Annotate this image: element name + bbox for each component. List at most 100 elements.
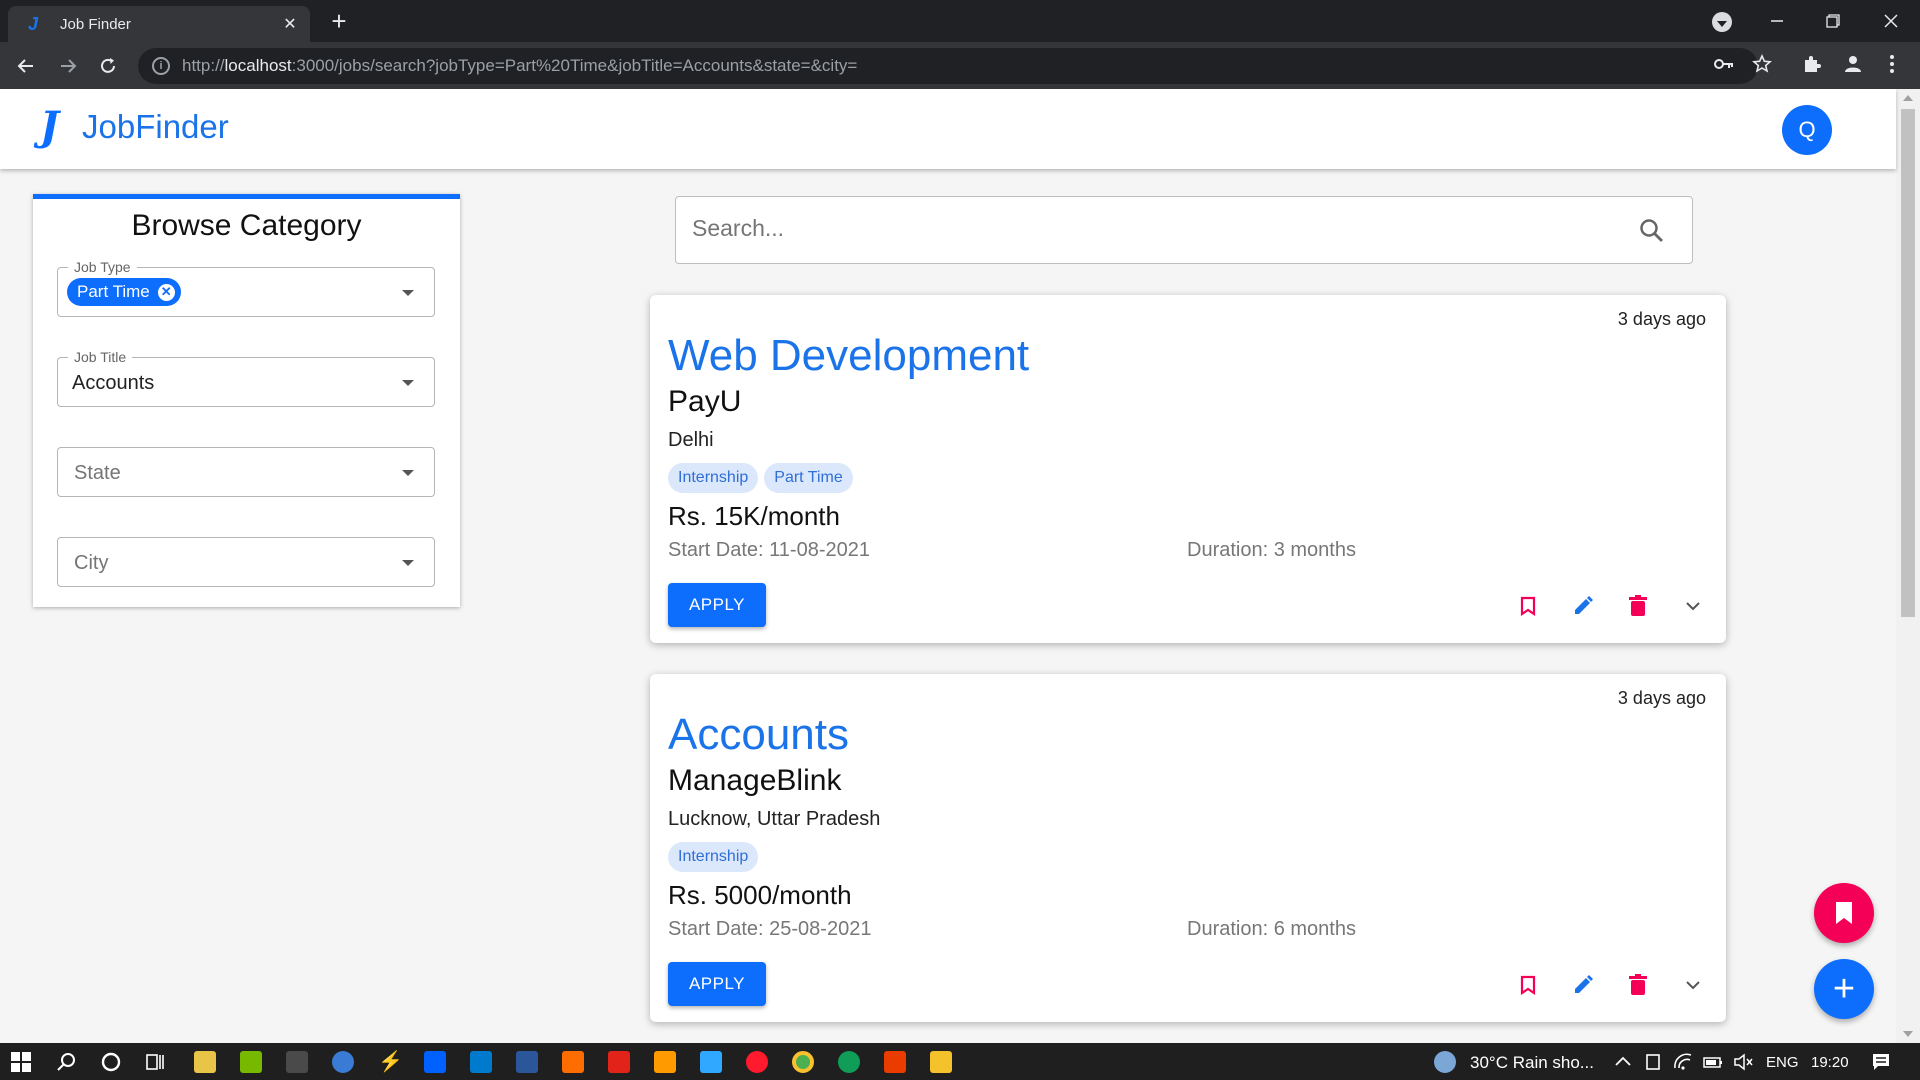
edit-icon[interactable] xyxy=(1570,972,1596,998)
browser-menu-icon[interactable] xyxy=(1880,52,1904,76)
forward-icon[interactable] xyxy=(54,52,82,80)
card-actions xyxy=(1515,972,1706,998)
pen-app-icon[interactable] xyxy=(286,1051,308,1073)
city-select[interactable]: City xyxy=(57,537,435,587)
search-icon[interactable] xyxy=(1638,217,1666,245)
restore-button[interactable] xyxy=(1810,0,1856,42)
bookmark-star-icon[interactable] xyxy=(1750,52,1774,76)
site-info-icon[interactable]: i xyxy=(152,57,170,75)
browser-tab[interactable]: J Job Finder ✕ xyxy=(8,6,310,42)
wifi-icon[interactable] xyxy=(1672,1051,1694,1073)
expand-chevron-icon[interactable] xyxy=(1680,593,1706,619)
apply-button[interactable]: APPLY xyxy=(668,583,766,627)
vscode-icon[interactable] xyxy=(470,1051,492,1073)
bookmark-filled-icon xyxy=(1836,902,1852,924)
nvidia-icon[interactable] xyxy=(240,1051,262,1073)
scroll-up-icon[interactable] xyxy=(1903,95,1913,101)
notifications-icon[interactable] xyxy=(1870,1051,1892,1073)
tray-chevron-up-icon[interactable] xyxy=(1612,1051,1634,1073)
office-icon[interactable] xyxy=(884,1051,906,1073)
tag-chip: Part Time xyxy=(764,463,853,493)
new-tab-button[interactable]: + xyxy=(326,8,352,34)
weather-text[interactable]: 30°C Rain sho... xyxy=(1470,1053,1594,1073)
bookmark-icon[interactable] xyxy=(1515,972,1541,998)
browser-toolbar: i http://localhost:3000/jobs/search?jobT… xyxy=(0,42,1920,89)
saved-jobs-fab[interactable] xyxy=(1814,883,1874,943)
dropdown-arrow-icon[interactable] xyxy=(402,560,414,566)
app-header: J JobFinder Q xyxy=(0,89,1896,169)
extensions-icon[interactable] xyxy=(1800,52,1824,76)
acrobat-icon[interactable] xyxy=(608,1051,630,1073)
device-icon[interactable] xyxy=(1642,1051,1664,1073)
state-select[interactable]: State xyxy=(57,447,435,497)
job-title-link[interactable]: Accounts xyxy=(668,710,849,760)
task-view-icon[interactable] xyxy=(144,1051,166,1073)
card-actions xyxy=(1515,593,1706,619)
postman-icon[interactable] xyxy=(562,1051,584,1073)
minimize-button[interactable] xyxy=(1754,0,1800,42)
add-job-fab[interactable]: + xyxy=(1814,959,1874,1019)
user-avatar[interactable]: Q xyxy=(1782,105,1832,155)
tab-search-icon[interactable] xyxy=(1712,12,1732,32)
page-scrollbar[interactable] xyxy=(1896,89,1920,1043)
taskbar-search-icon[interactable] xyxy=(56,1051,78,1073)
file-explorer-icon[interactable] xyxy=(930,1051,952,1073)
search-box xyxy=(675,196,1693,264)
job-location: Delhi xyxy=(668,429,714,451)
job-tags: Internship Part Time xyxy=(668,463,853,493)
clock[interactable]: 19:20 xyxy=(1811,1054,1849,1071)
vs-icon[interactable]: ⚡ xyxy=(378,1051,403,1073)
back-icon[interactable] xyxy=(12,52,40,80)
selected-chip-part-time[interactable]: Part Time ✕ xyxy=(67,278,181,306)
apply-button[interactable]: APPLY xyxy=(668,962,766,1006)
store-icon[interactable] xyxy=(194,1051,216,1073)
address-bar[interactable]: i http://localhost:3000/jobs/search?jobT… xyxy=(138,48,1758,84)
close-window-button[interactable] xyxy=(1868,0,1914,42)
job-type-select[interactable]: Job Type Part Time ✕ xyxy=(57,259,435,317)
reload-icon[interactable] xyxy=(94,52,122,80)
cortana-icon[interactable] xyxy=(100,1051,122,1073)
volume-muted-icon[interactable] xyxy=(1732,1051,1754,1073)
city-placeholder: City xyxy=(74,552,109,574)
job-card: 3 days ago Web Development PayU Delhi In… xyxy=(650,295,1726,643)
photoshop-icon[interactable] xyxy=(700,1051,722,1073)
expand-chevron-icon[interactable] xyxy=(1680,972,1706,998)
chip-remove-icon[interactable]: ✕ xyxy=(157,283,175,301)
language-indicator[interactable]: ENG xyxy=(1766,1054,1799,1071)
delete-icon[interactable] xyxy=(1625,593,1651,619)
word-icon[interactable] xyxy=(516,1051,538,1073)
plus-icon: + xyxy=(1832,968,1856,1010)
tab-title: Job Finder xyxy=(60,15,131,33)
start-date: Start Date: 11-08-2021 xyxy=(668,539,870,561)
dropdown-arrow-icon[interactable] xyxy=(402,380,414,386)
job-title-link[interactable]: Web Development xyxy=(668,331,1029,381)
illustrator-icon[interactable] xyxy=(654,1051,676,1073)
key-icon[interactable] xyxy=(1712,52,1736,76)
delete-icon[interactable] xyxy=(1625,972,1651,998)
dropdown-arrow-icon[interactable] xyxy=(402,470,414,476)
brand[interactable]: J JobFinder xyxy=(40,107,229,147)
opera-icon[interactable] xyxy=(746,1051,768,1073)
company-name: PayU xyxy=(668,385,742,418)
edit-icon[interactable] xyxy=(1570,593,1596,619)
company-name: ManageBlink xyxy=(668,764,842,797)
posted-time: 3 days ago xyxy=(1617,309,1706,329)
battery-icon[interactable] xyxy=(1702,1051,1724,1073)
chrome-icon[interactable] xyxy=(792,1051,814,1073)
bookmark-icon[interactable] xyxy=(1515,593,1541,619)
edge-icon[interactable] xyxy=(838,1051,860,1073)
search-input[interactable] xyxy=(692,215,1592,242)
app-icon[interactable] xyxy=(332,1051,354,1073)
brand-name: JobFinder xyxy=(82,108,229,145)
browse-category-panel: Browse Category Job Type Part Time ✕ Job… xyxy=(33,194,460,607)
tab-close-icon[interactable]: ✕ xyxy=(280,14,300,34)
dropbox-icon[interactable] xyxy=(424,1051,446,1073)
dropdown-arrow-icon[interactable] xyxy=(402,290,414,296)
profile-icon[interactable] xyxy=(1841,52,1865,76)
scroll-thumb[interactable] xyxy=(1901,109,1915,617)
windows-start-icon[interactable] xyxy=(10,1051,32,1073)
scroll-down-icon[interactable] xyxy=(1903,1031,1913,1037)
jobfinder-logo-icon: J xyxy=(40,103,59,150)
weather-icon[interactable] xyxy=(1434,1051,1456,1073)
job-title-select[interactable]: Job Title Accounts xyxy=(57,349,435,407)
